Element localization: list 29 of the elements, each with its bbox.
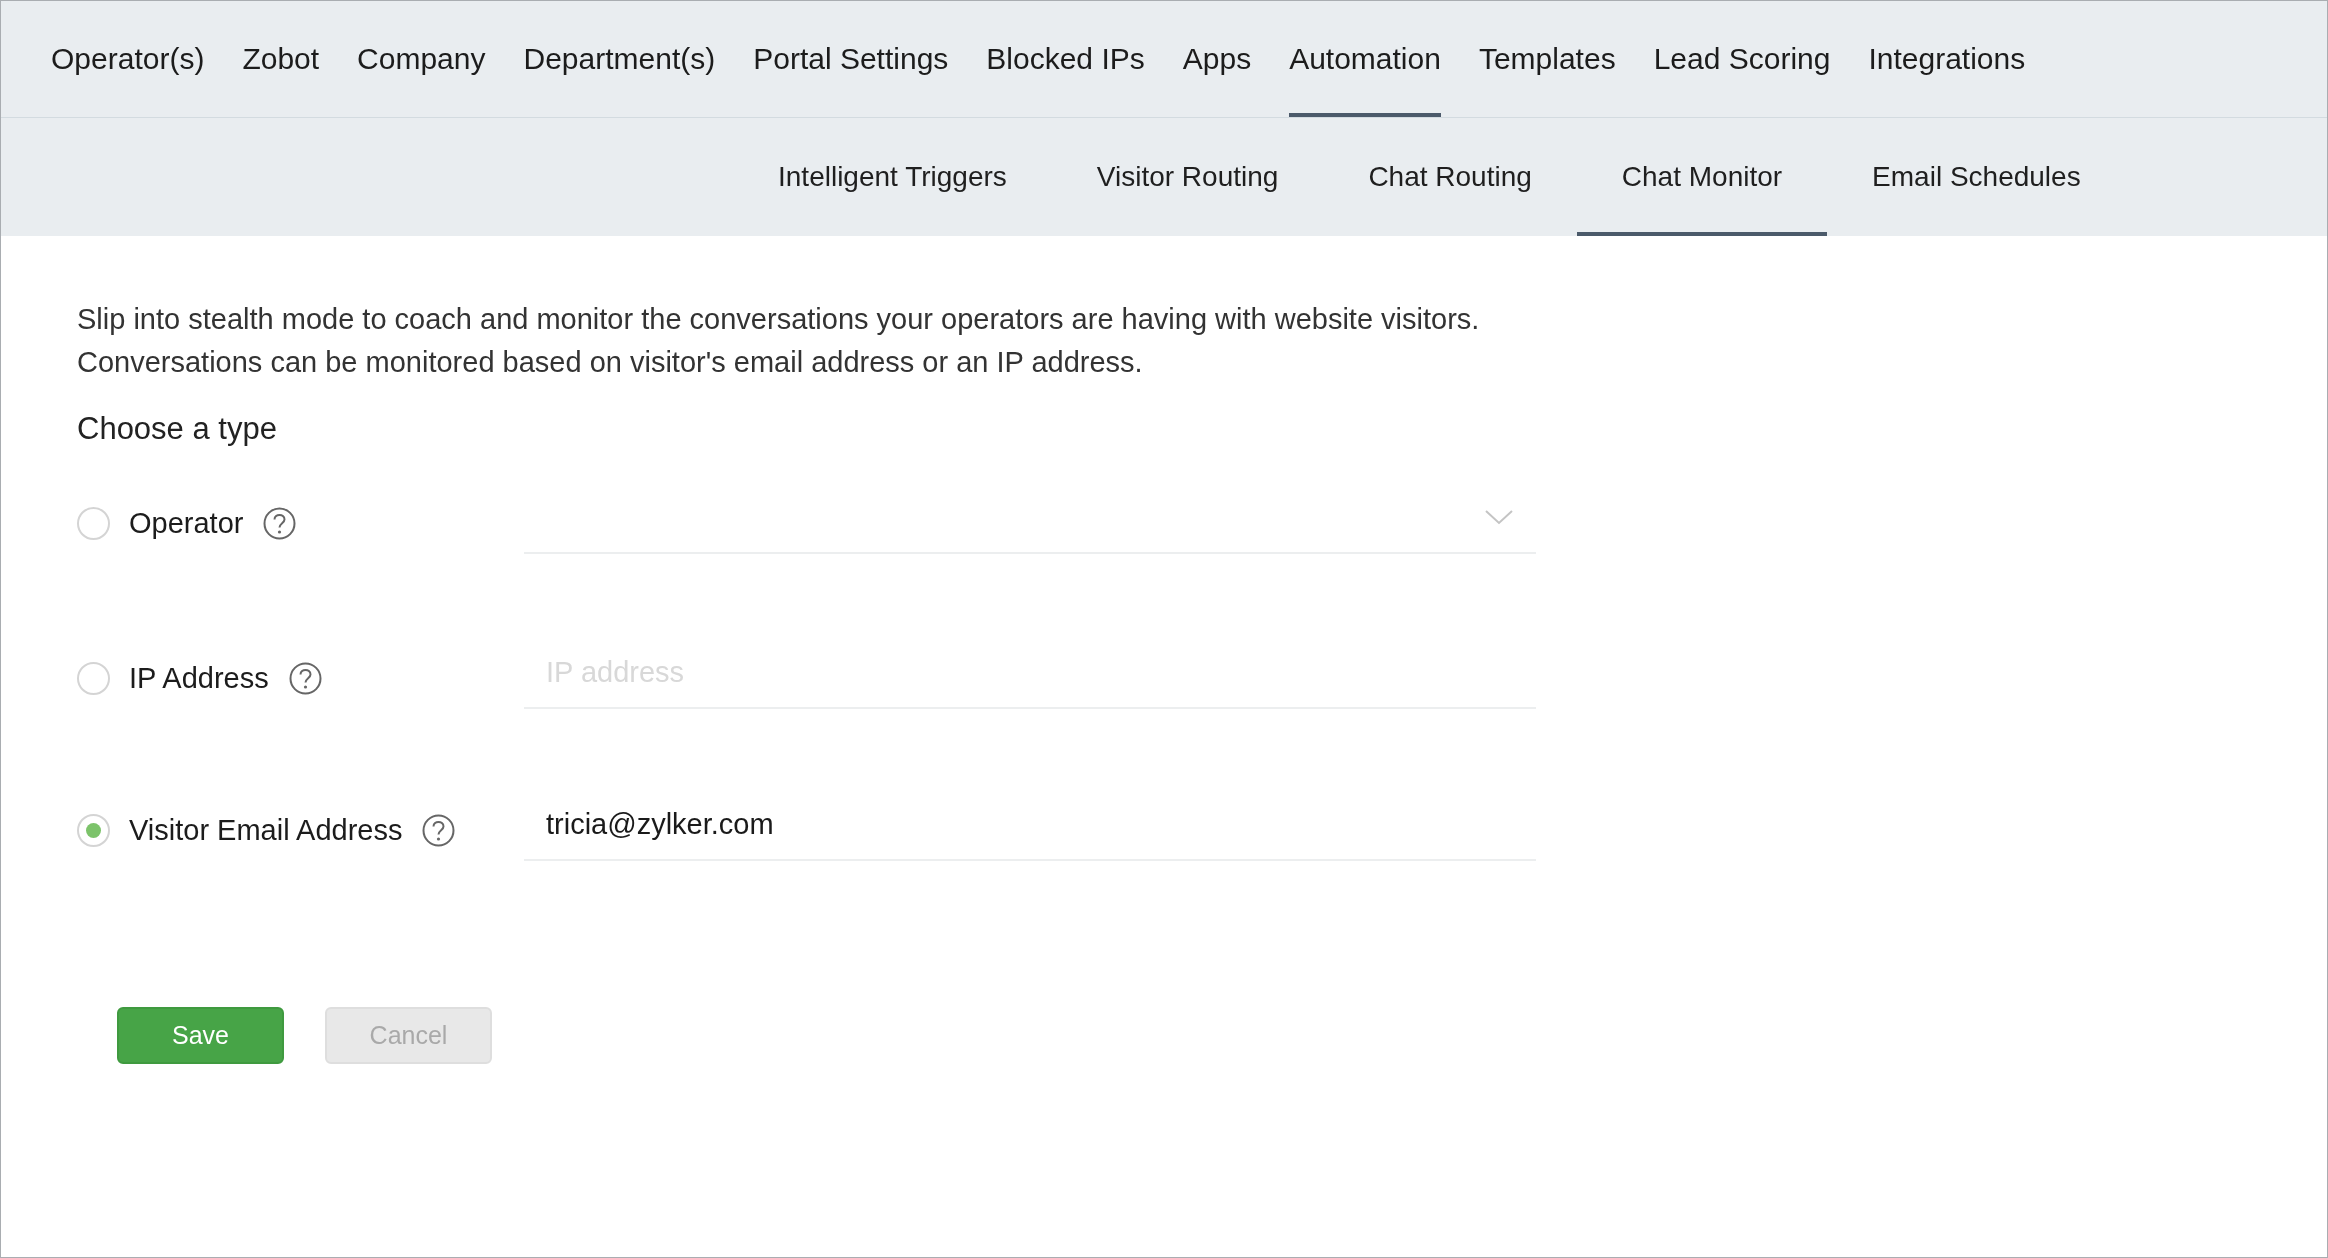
- help-icon[interactable]: [263, 507, 297, 540]
- help-icon[interactable]: [422, 814, 456, 847]
- sub-tab[interactable]: Intelligent Triggers: [733, 118, 1052, 236]
- section-heading: Choose a type: [77, 411, 278, 447]
- sub-tab[interactable]: Chat Monitor: [1576, 118, 1828, 236]
- nav-tab[interactable]: Department(s): [523, 1, 716, 117]
- sub-tab[interactable]: Visitor Routing: [1051, 118, 1324, 236]
- option-label: Operator: [129, 507, 244, 540]
- nav-tab[interactable]: Zobot: [242, 1, 320, 117]
- chevron-down-icon: [1484, 508, 1514, 526]
- nav-tab[interactable]: Operator(s): [51, 1, 205, 117]
- sub-tab[interactable]: Chat Routing: [1323, 118, 1577, 236]
- nav-tab[interactable]: Blocked IPs: [986, 1, 1145, 117]
- help-icon[interactable]: [288, 662, 322, 695]
- input-field[interactable]: tricia@zylker.com: [524, 789, 1536, 861]
- nav-tab[interactable]: Portal Settings: [753, 1, 949, 117]
- radio-button[interactable]: [77, 507, 110, 540]
- nav-tab[interactable]: Integrations: [1868, 1, 2026, 117]
- description-text: Slip into stealth mode to coach and monitor the conversations your operators are having with website visitors.: [77, 304, 1481, 334]
- sub-tab[interactable]: Email Schedules: [1827, 118, 2126, 236]
- nav-tab[interactable]: Lead Scoring: [1653, 1, 1831, 117]
- nav-tab[interactable]: Apps: [1182, 1, 1252, 117]
- option-label: IP Address: [129, 662, 269, 695]
- option-label: Visitor Email Address: [129, 814, 403, 847]
- nav-tab[interactable]: Company: [357, 1, 486, 117]
- description-text: Conversations can be monitored based on visitor's email address or an IP address.: [77, 347, 1144, 377]
- radio-button[interactable]: [77, 814, 110, 847]
- nav-tab[interactable]: Templates: [1478, 1, 1616, 117]
- radio-button[interactable]: [77, 662, 110, 695]
